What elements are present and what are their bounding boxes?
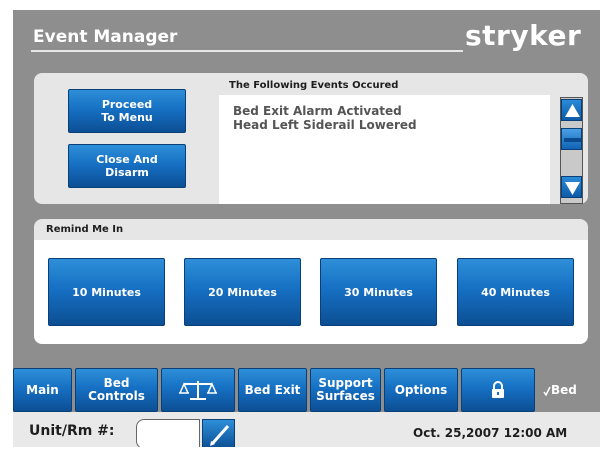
arrow-up-icon [565,104,580,117]
close-label-line1: Close And [96,153,158,166]
nav-bed-exit-button[interactable]: Bed Exit [238,368,307,412]
proceed-to-menu-button[interactable]: Proceed To Menu [68,89,186,133]
remind-10-minutes-button[interactable]: 10 Minutes [48,258,165,326]
bed-status-indicator: Bed [543,383,577,397]
pencil-icon [210,425,230,446]
nav-lock-button[interactable] [461,368,535,412]
list-item: Head Left Siderail Lowered [233,118,417,132]
nav-bed-controls-button[interactable]: Bed Controls [75,368,158,412]
bed-controls-label-line2: Controls [88,389,145,403]
proceed-label-line1: Proceed [101,98,153,111]
unit-room-input[interactable] [136,419,200,447]
scroll-down-button[interactable] [561,176,582,198]
remind-40-minutes-button[interactable]: 40 Minutes [457,258,574,326]
unit-room-label: Unit/Rm #: [29,423,115,439]
brand-logo: stryker [465,19,582,52]
arrow-down-icon [565,182,580,195]
lock-icon [492,381,504,398]
remind-heading: Remind Me In [46,224,124,235]
proceed-label-line2: To Menu [101,111,153,124]
scroll-thumb[interactable] [561,128,582,150]
remind-20-minutes-button[interactable]: 20 Minutes [184,258,301,326]
events-list: Bed Exit Alarm Activated Head Left Sider… [233,104,417,132]
event-manager-screen: Event Manager stryker Proceed To Menu Cl… [13,10,600,447]
events-heading: The Following Events Occured [229,80,399,91]
date-time: Oct. 25,2007 12:00 AM [413,426,568,440]
nav-support-surfaces-button[interactable]: Support Surfaces [310,368,381,412]
bed-check-icon [543,386,551,396]
nav-scale-button[interactable] [161,368,235,412]
page-title: Event Manager [33,27,178,47]
scale-icon [179,381,217,400]
close-label-line2: Disarm [105,166,149,179]
scroll-up-button[interactable] [561,99,582,121]
support-surfaces-label-line2: Surfaces [316,389,375,403]
close-and-disarm-button[interactable]: Close And Disarm [68,144,186,188]
scroll-thumb-grip-icon [564,138,581,142]
header-divider [31,50,463,52]
nav-main-button[interactable]: Main [13,368,72,412]
bed-status-label: Bed [551,383,577,397]
list-item: Bed Exit Alarm Activated [233,104,402,118]
unit-room-edit-button[interactable] [202,419,235,447]
nav-options-button[interactable]: Options [384,368,458,412]
remind-30-minutes-button[interactable]: 30 Minutes [320,258,437,326]
